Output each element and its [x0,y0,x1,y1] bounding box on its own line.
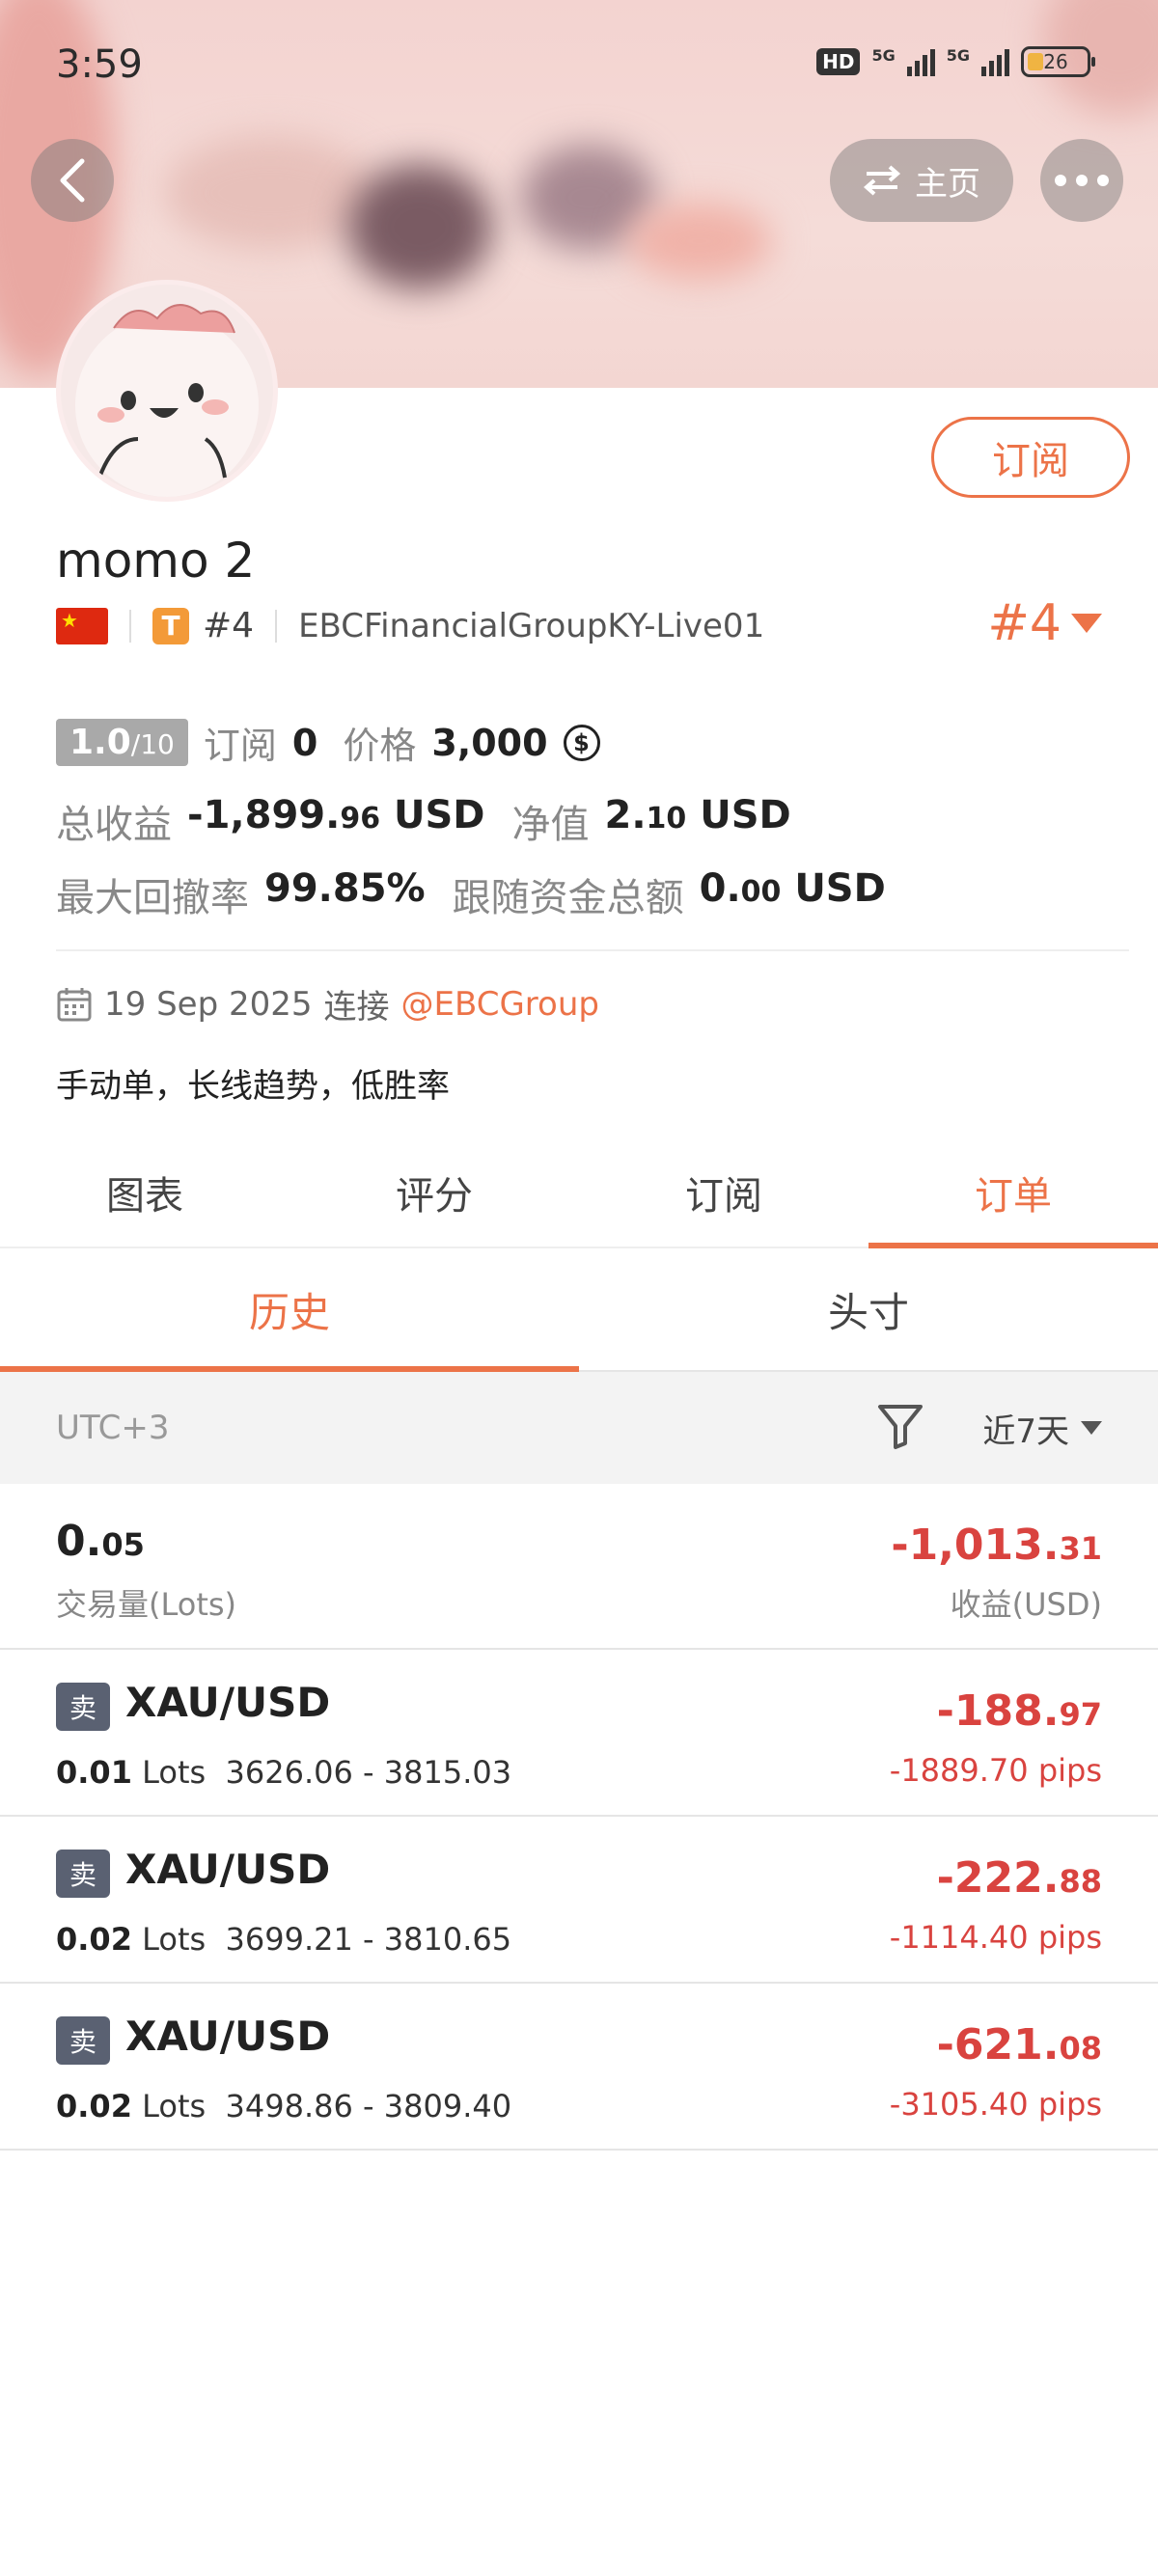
price-label: 价格 [343,725,417,767]
home-label: 主页 [915,164,980,204]
order-symbol: XAU/USD [125,1679,331,1726]
date-range-select[interactable]: 近7天 [982,1405,1102,1452]
banner-blur [164,135,376,251]
joined-date: 19 Sep 2025 [104,984,313,1024]
order-pnl: -222.88 [936,1853,1102,1903]
filter-bar: UTC+3 近7天 [0,1372,1158,1484]
subtab-history[interactable]: 历史 [0,1248,579,1372]
joined-row: 19 Sep 2025 连接 @EBCGroup [56,980,599,1028]
broker-name: EBCFinancialGroupKY-Live01 [298,606,765,645]
battery-icon: 26 [1021,46,1095,77]
order-lots: 0.01 Lots 3626.06 - 3815.03 [56,1754,512,1791]
total-pnl-label: 收益(USD) [950,1586,1102,1623]
rank-value: #4 [987,594,1062,652]
status-time: 3:59 [56,42,143,87]
swap-icon [863,165,901,196]
calendar-icon [57,987,92,1021]
subscribe-button[interactable]: 订阅 [931,417,1130,498]
subs-value: 0 [291,721,318,764]
total-profit-value: -1,899.96 USD [187,793,485,837]
caret-down-icon [1071,614,1102,633]
network-label: 5G [946,46,970,65]
profit-row: 总收益 -1,899.96 USD 净值 2.10 USD [56,793,791,849]
tab-rating[interactable]: 评分 [290,1138,579,1247]
caret-down-icon [1081,1421,1102,1435]
tab-chart[interactable]: 图表 [0,1138,290,1247]
main-tabs: 图表 评分 订阅 订单 [0,1138,1158,1248]
total-volume: 0.05 [56,1517,145,1566]
order-pips: -1889.70 pips [889,1752,1102,1789]
divider [56,949,1129,951]
price-value: 3,000 [431,721,548,764]
broker-link[interactable]: @EBCGroup [401,985,599,1024]
max-drawdown-label: 最大回撤率 [56,876,249,920]
subs-label: 订阅 [203,725,277,767]
rank-badge: #4 [203,606,255,645]
date-range-value: 近7天 [982,1411,1069,1451]
follow-funds-value: 0.00 USD [699,866,886,911]
order-pips: -1114.40 pips [889,1919,1102,1956]
sell-badge: 卖 [56,2016,110,2065]
divider [275,609,278,643]
china-flag-icon [56,607,108,644]
order-lots: 0.02 Lots 3699.21 - 3810.65 [56,1921,512,1958]
avatar-mascot-icon [75,304,259,497]
order-pips: -3105.40 pips [889,2086,1102,2123]
order-row[interactable]: 卖 XAU/USD 0.02 Lots 3699.21 - 3810.65 -2… [0,1817,1158,1984]
orders-summary: 0.05 交易量(Lots) -1,013.31 收益(USD) [0,1484,1158,1650]
trader-name: momo 2 [56,533,256,589]
more-dots-icon [1055,175,1109,186]
home-button[interactable]: 主页 [830,139,1013,222]
hd-icon: HD [816,48,861,75]
total-profit-label: 总收益 [56,803,172,847]
order-pnl: -188.97 [936,1686,1102,1736]
order-subtabs: 历史 头寸 [0,1248,1158,1372]
t-badge-icon: T [152,607,189,644]
order-lots: 0.02 Lots 3498.86 - 3809.40 [56,2088,512,2124]
divider [129,609,131,643]
coin-icon: $ [563,724,600,761]
joined-word: 连接 [323,988,390,1027]
network-label: 5G [871,46,896,65]
order-row[interactable]: 卖 XAU/USD 0.01 Lots 3626.06 - 3815.03 -1… [0,1650,1158,1817]
timezone-label: UTC+3 [56,1409,170,1447]
sell-badge: 卖 [56,1850,110,1898]
status-icons: HD 5G 5G 26 [816,46,1095,77]
subtab-positions[interactable]: 头寸 [579,1248,1158,1370]
order-pnl: -621.08 [936,2020,1102,2069]
drawdown-row: 最大回撤率 99.85% 跟随资金总额 0.00 USD [56,866,886,922]
rank-dropdown[interactable]: #4 [987,594,1102,652]
banner-blur [347,164,492,289]
order-symbol: XAU/USD [125,2013,331,2060]
more-button[interactable] [1040,139,1123,222]
filter-icon [878,1405,923,1449]
signal-icon [981,47,1009,76]
score-badge: 1.0/10 [56,719,188,766]
filter-button[interactable] [876,1401,924,1455]
sell-badge: 卖 [56,1683,110,1731]
back-button[interactable] [31,139,114,222]
banner-blur [627,203,772,280]
avatar[interactable] [56,280,278,502]
chevron-left-icon [60,158,85,203]
score-row: 1.0/10 订阅 0 价格 3,000 $ [56,716,600,769]
max-drawdown-value: 99.85% [264,866,426,911]
order-row[interactable]: 卖 XAU/USD 0.02 Lots 3498.86 - 3809.40 -6… [0,1984,1158,2151]
tab-subscription[interactable]: 订阅 [579,1138,868,1247]
tab-orders[interactable]: 订单 [868,1138,1158,1248]
trader-meta: T #4 EBCFinancialGroupKY-Live01 [56,606,764,645]
total-volume-label: 交易量(Lots) [56,1586,237,1623]
order-symbol: XAU/USD [125,1846,331,1893]
nav-label: 净值 [511,803,590,847]
signal-icon [906,47,935,76]
follow-funds-label: 跟随资金总额 [452,876,684,920]
nav-value: 2.10 USD [604,793,791,837]
strategy-description: 手动单，长线趋势，低胜率 [56,1067,450,1106]
total-pnl: -1,013.31 [891,1521,1102,1570]
